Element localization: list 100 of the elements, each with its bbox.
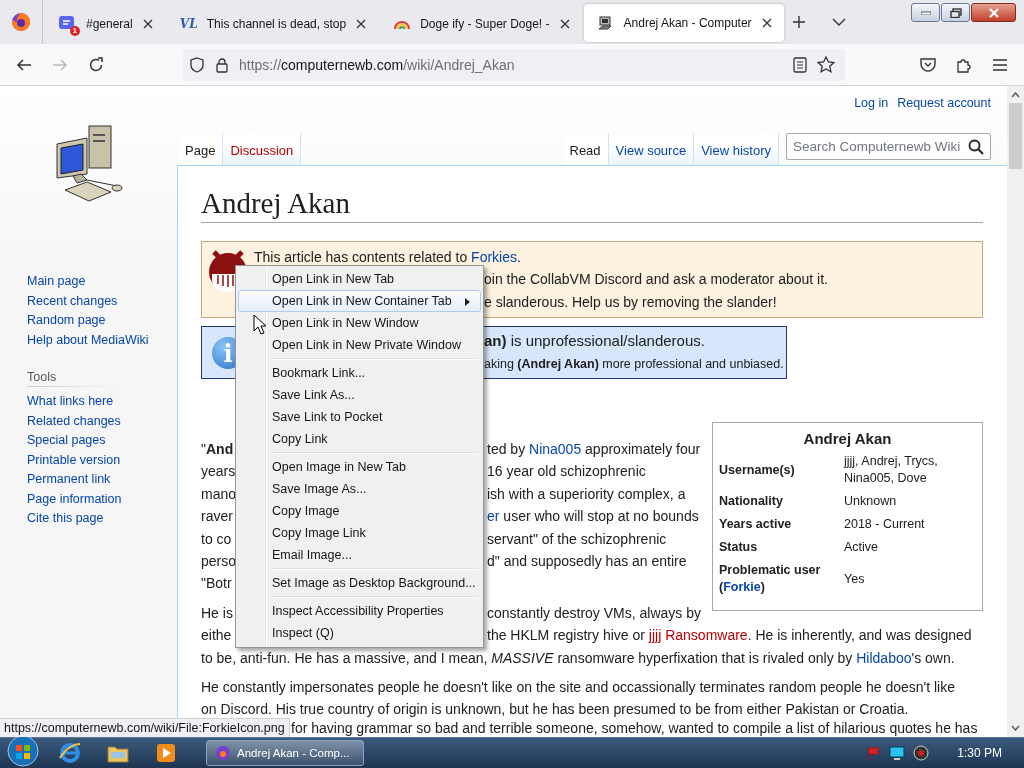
login-link[interactable]: Log in [854, 96, 889, 133]
close-icon [987, 7, 1000, 18]
notice-text: oin the CollabVM Discord and ask a moderator about it. [484, 270, 828, 290]
paragraph-text: He constantly impersonates people he doesn't like on the site and occassionally terminates random people he doesn't like [201, 678, 956, 695]
restore-icon [949, 7, 962, 18]
infobox-value: Yes [844, 570, 866, 588]
menu-item[interactable]: Save Image As... [238, 478, 481, 500]
wiki-link[interactable]: Hildaboo [856, 649, 912, 666]
browser-tab[interactable]: 1 #general [46, 4, 165, 44]
wiki-link[interactable]: Forkies [471, 249, 517, 265]
menu-item[interactable]: Set Image as Desktop Background... [238, 572, 481, 594]
infobox-label: Problematic user (Forkie) [719, 562, 822, 597]
browser-tab[interactable]: Doge ify - Super Doge! - [380, 4, 582, 44]
paragraph-text: raver [201, 508, 233, 525]
menu-item[interactable]: Copy Image Link [238, 522, 481, 544]
browser-logo-icon[interactable] [11, 12, 31, 32]
clock: 1:30 PM [957, 746, 1002, 760]
search-field[interactable]: Search Computernewb Wiki [786, 133, 991, 160]
request-account-link[interactable]: Request account [897, 96, 991, 133]
site-logo: VL [179, 17, 198, 31]
view-tab[interactable]: View source [608, 133, 695, 165]
chevron-down-icon [831, 18, 846, 26]
menu-item[interactable]: Open Link in New Tab [238, 268, 481, 290]
menu-item[interactable]: Inspect (Q) [238, 622, 481, 644]
paragraph-text: ted by Nina005 approximately four [487, 441, 701, 458]
menu-item[interactable]: Copy Link [238, 428, 481, 450]
monitor-icon[interactable] [889, 746, 906, 760]
menu-item[interactable]: Inspect Accessibility Properties [238, 600, 481, 622]
paragraph-text: 16 year old schizophrenic [487, 463, 646, 480]
media-player-taskbar-icon[interactable] [156, 743, 176, 763]
paragraph-text: on Discord. His true country of origin is unknown, but he has been presumed to be from either Pakistan or Croatia. [201, 701, 909, 718]
taskbar-window-button[interactable]: Andrej Akan - Comp... [206, 740, 364, 766]
link-status-tooltip: https://computernewb.com/wiki/File:ForkieIcon.png [0, 718, 290, 737]
sidebar-link[interactable]: Page information [27, 489, 122, 509]
sidebar-link[interactable]: Permanent link [27, 470, 111, 490]
back-arrow-icon [16, 57, 32, 72]
restore-button[interactable] [941, 3, 970, 22]
infobox-title: Andrej Akan [802, 430, 893, 448]
page-title: Andrej Akan [201, 184, 983, 223]
browser-taskbar-icon[interactable] [59, 742, 81, 764]
sidebar-link[interactable]: What links here [27, 392, 114, 412]
url-text: https://computernewb.com/wiki/Andrej_Akan [239, 56, 516, 73]
paragraph-text: er user who will stop at no bounds [487, 508, 699, 525]
notice-text: an) is unprofessional/slanderous. [484, 331, 705, 352]
wiki-link[interactable]: Nina005 [529, 441, 582, 458]
menu-item[interactable]: Email Image... [238, 544, 481, 566]
menu-item[interactable]: Open Link in New Window [238, 312, 481, 334]
page-tab[interactable]: Discussion [223, 133, 302, 165]
missing-page-link[interactable]: jjjj Ransomware [648, 627, 748, 644]
paragraph-text: "Botr [201, 575, 232, 592]
sidebar-link[interactable]: Related changes [27, 411, 121, 431]
speaker-icon[interactable] [913, 745, 930, 761]
browser-tab[interactable]: Andrej Akan - Computer [583, 4, 784, 42]
minimize-button[interactable] [911, 3, 940, 22]
notification-badge: 1 [69, 26, 80, 36]
menu-item[interactable]: Open Link in New Container Tab [238, 290, 481, 312]
sidebar-link[interactable]: Main page [27, 272, 86, 292]
sidebar-link[interactable]: Special pages [27, 431, 106, 451]
start-button[interactable] [6, 734, 40, 768]
menu-item[interactable]: Save Link to Pocket [238, 406, 481, 428]
computer-icon [597, 15, 614, 31]
infobox-label: Years active [719, 516, 793, 534]
folder-taskbar-icon[interactable] [107, 743, 129, 763]
forward-arrow-icon [52, 57, 68, 72]
scrollbar-thumb[interactable] [1009, 103, 1022, 169]
paragraph-text: to be, anti-fun. He has a massive, and I mean, MASSIVE ransomware hyperfixation that is rivaled only by Hildaboo's own. [201, 649, 955, 666]
paragraph-text: the HKLM registry hive or jjjj Ransomware. He is inherently, and was designed [487, 627, 972, 644]
close-window-button[interactable] [971, 3, 1016, 22]
star-icon[interactable] [817, 56, 835, 73]
browser-tab[interactable]: VL This channel is dead, stop [166, 4, 379, 44]
menu-item[interactable]: Save Link As... [238, 384, 481, 406]
menu-item[interactable]: Open Image in New Tab [238, 456, 481, 478]
infobox-value: jjjj, Andrej, Trycs, Nina005, Dove [844, 453, 939, 488]
plus-icon [791, 15, 806, 29]
infobox-label: Nationality [719, 493, 784, 511]
shield-icon[interactable] [189, 56, 205, 73]
lock-icon[interactable] [215, 56, 229, 73]
mouse-cursor-icon [253, 314, 266, 335]
wiki-link[interactable]: er [487, 508, 500, 525]
infobox-value: Active [844, 539, 880, 557]
wiki-link[interactable]: Forkie [723, 580, 761, 595]
notice-text: This article has contents related to Forkies. [254, 248, 521, 267]
reload-icon [88, 56, 104, 73]
menu-item[interactable]: Copy Image [238, 500, 481, 522]
reader-view-icon[interactable] [793, 56, 807, 73]
paragraph-text: constantly destroy VMs, always by [487, 604, 701, 621]
address-bar[interactable]: https://computernewb.com/wiki/Andrej_Akan [183, 48, 845, 81]
sidebar-link[interactable]: Recent changes [27, 291, 118, 311]
infobox-label: Status [719, 539, 759, 557]
paragraph-text: eithe [201, 627, 232, 644]
scrollbar[interactable] [1007, 86, 1024, 737]
search-icon[interactable] [968, 138, 984, 155]
sidebar-link[interactable]: Random page [27, 311, 106, 331]
sidebar-link[interactable]: Printable version [27, 450, 121, 470]
sidebar-link[interactable]: Help about MediaWiki [27, 330, 149, 350]
page-tab[interactable]: Page [178, 133, 224, 165]
view-tab[interactable]: View history [694, 133, 779, 165]
sidebar-link[interactable]: Cite this page [27, 509, 104, 529]
notice-text: aking (Andrej Akan) more professional and unbiased. [484, 355, 784, 373]
view-tab[interactable]: Read [562, 133, 609, 165]
